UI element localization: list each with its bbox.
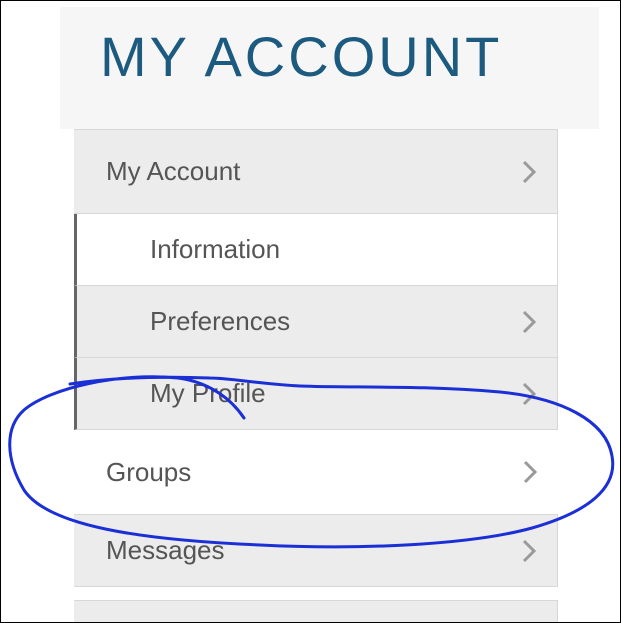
nav-item-label: Messages [106,535,225,565]
chevron-right-icon [517,158,541,186]
nav-item-label: My Profile [150,378,266,408]
nav-item-partial [74,600,558,622]
nav-item-my-account[interactable]: My Account [74,129,558,214]
nav-item-preferences[interactable]: Preferences [74,286,558,358]
screenshot-frame: MY ACCOUNT My Account Information Prefer… [0,0,621,623]
nav-item-my-profile[interactable]: My Profile [74,358,558,430]
chevron-right-icon [518,458,542,486]
nav-item-messages[interactable]: Messages [74,515,558,587]
nav-item-information[interactable]: Information [74,214,558,286]
chevron-right-icon [517,380,541,408]
nav-item-groups[interactable]: Groups [74,430,558,515]
chevron-right-icon [517,537,541,565]
nav-item-label: Preferences [150,306,291,336]
nav-item-label: My Account [106,156,241,186]
chevron-right-icon [517,308,541,336]
nav-item-label: Information [150,234,281,264]
nav-item-label: Groups [106,456,192,487]
page-title: MY ACCOUNT [100,25,503,88]
account-sidebar-nav: My Account Information Preferences My Pr… [74,129,558,587]
page-header: MY ACCOUNT [60,7,599,129]
